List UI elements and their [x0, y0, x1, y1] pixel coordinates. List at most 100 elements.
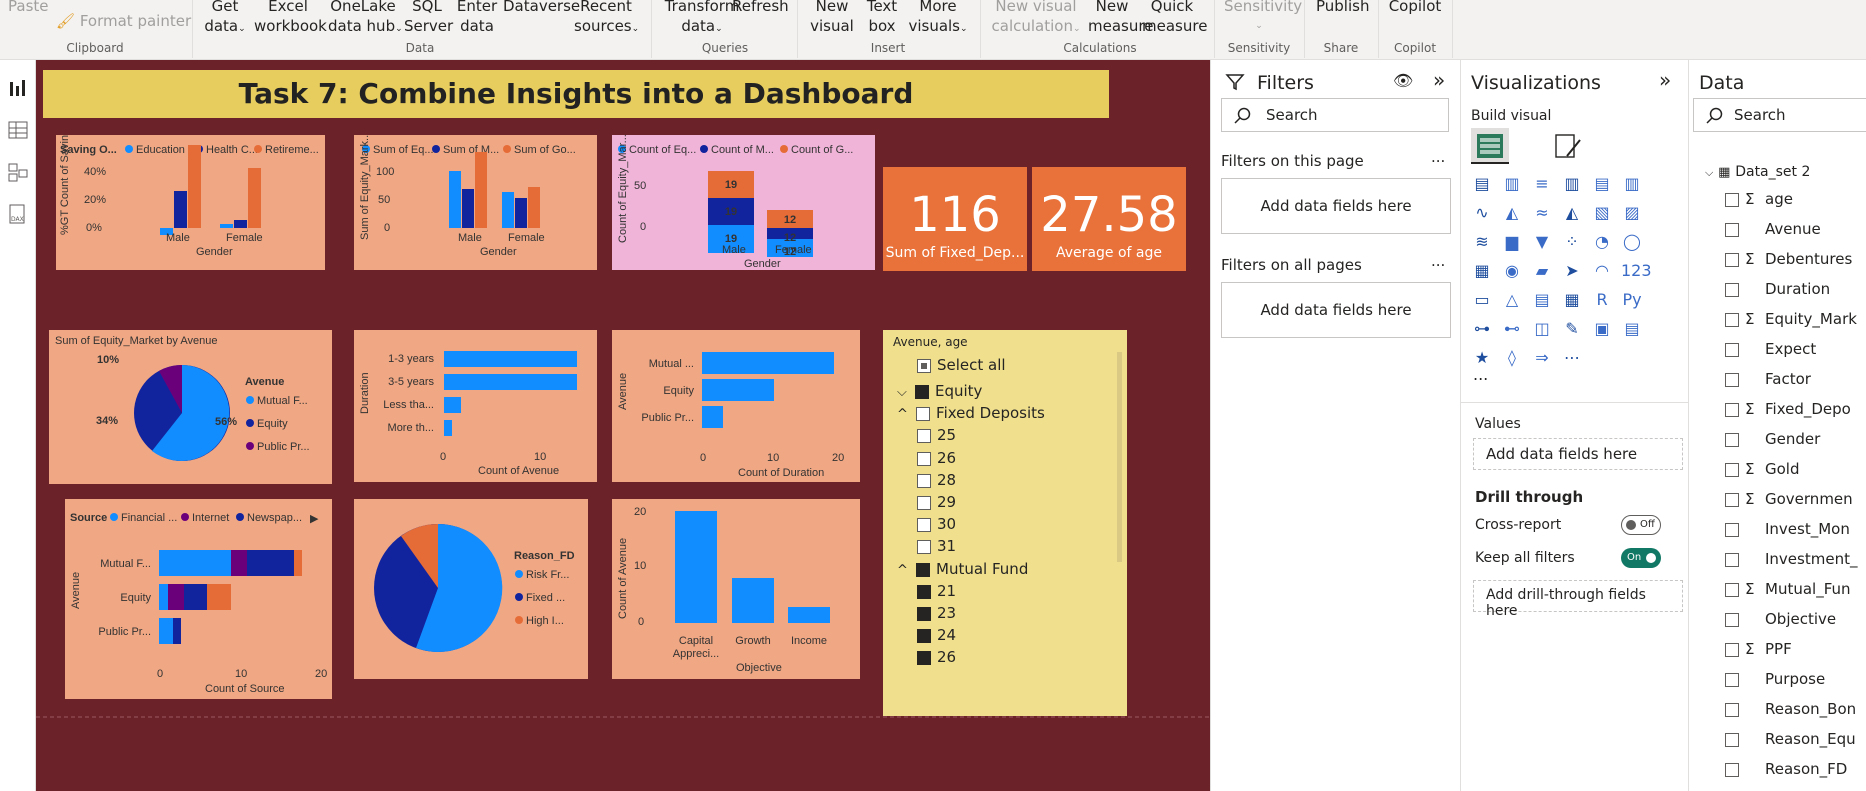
dataverse-button[interactable]: Dataverse [503, 0, 580, 16]
field-item[interactable]: Invest_Mon [1725, 520, 1850, 542]
chart-sum-by-gender[interactable]: Sum of Eq... Sum of M... Sum of Go... Su… [354, 132, 597, 270]
paginated-icon[interactable]: ▤ [1621, 319, 1643, 341]
field-item[interactable]: Duration [1725, 280, 1830, 302]
pie-icon[interactable]: ◔ [1591, 232, 1613, 254]
field-item[interactable]: Gender [1725, 430, 1820, 452]
values-dropzone[interactable]: Add data fields here [1473, 438, 1683, 470]
checkbox[interactable] [1725, 402, 1739, 417]
slicer-item[interactable]: 28 [917, 471, 956, 489]
matrix-icon[interactable]: R [1591, 290, 1613, 312]
qa-icon[interactable]: ✎ [1561, 319, 1583, 341]
slicer-select-all[interactable]: Select all [917, 356, 1006, 374]
slicer-item[interactable]: 24 [917, 626, 956, 644]
scrollbar-thumb[interactable] [1117, 352, 1122, 562]
checkbox[interactable] [917, 584, 931, 599]
onelake-button[interactable]: OneLake data hub⌄ [328, 0, 403, 39]
table-node[interactable]: ⌵ ▦ Data_set 2 [1705, 162, 1810, 184]
dax-query-icon[interactable]: DAX [8, 204, 28, 226]
more-chart-icon[interactable]: ⋯ [1561, 348, 1583, 370]
field-item[interactable]: Reason_Bon [1725, 700, 1856, 722]
field-item[interactable]: Σ Governmen [1725, 490, 1853, 512]
checkbox[interactable] [1725, 342, 1739, 357]
slicer-item[interactable]: ^ Mutual Fund [897, 560, 1028, 578]
filters-search-input[interactable]: Search [1221, 98, 1449, 132]
checkbox[interactable] [1725, 282, 1739, 297]
power-automate-icon[interactable]: ⇒ [1531, 348, 1553, 370]
field-item[interactable]: Objective [1725, 610, 1836, 632]
field-item[interactable]: Σ Mutual_Fun [1725, 580, 1851, 602]
more-options-icon[interactable]: ... [1431, 148, 1445, 166]
field-item[interactable]: Reason_Equ [1725, 730, 1856, 752]
checkbox[interactable] [1725, 582, 1739, 597]
field-item[interactable]: Investment_ [1725, 550, 1857, 572]
checkbox[interactable] [916, 406, 931, 421]
slicer-item[interactable]: ^ Fixed Deposits [897, 404, 1045, 422]
more-visuals-button[interactable]: More visuals⌄ [906, 0, 970, 39]
publish-button[interactable]: Publish [1316, 0, 1369, 16]
chart-saving-objective[interactable]: Saving O... Education Health C... Retire… [56, 120, 325, 270]
transform-data-button[interactable]: Transform data⌄ [662, 0, 742, 39]
python-icon[interactable]: ⊶ [1471, 319, 1493, 341]
line-column-icon[interactable]: ▧ [1591, 203, 1613, 225]
checkbox[interactable] [1725, 762, 1739, 777]
slicer-item[interactable]: 26 [917, 648, 956, 666]
table-view-icon[interactable] [8, 120, 28, 140]
table-icon[interactable]: ▦ [1561, 290, 1583, 312]
field-item[interactable]: Factor [1725, 370, 1811, 392]
more-visuals-icon[interactable]: ... [1473, 365, 1488, 384]
field-item[interactable]: Σ Gold [1725, 460, 1800, 482]
ribbon-icon[interactable]: ≋ [1471, 232, 1493, 254]
narrative-icon[interactable]: ▣ [1591, 319, 1613, 341]
checkbox[interactable] [1725, 222, 1739, 237]
checkbox[interactable] [915, 384, 929, 399]
field-item[interactable]: Σ Fixed_Depo [1725, 400, 1851, 422]
checkbox[interactable] [917, 650, 931, 665]
collapse-pane-icon[interactable]: » [1433, 68, 1445, 92]
cross-report-toggle[interactable]: Off [1621, 515, 1661, 535]
keep-filters-toggle[interactable]: On [1621, 548, 1661, 568]
paste-button[interactable]: Paste [8, 0, 49, 16]
checkbox[interactable] [1725, 372, 1739, 387]
key-influencers-icon[interactable]: ⊷ [1501, 319, 1523, 341]
filters-page-dropzone[interactable]: Add data fields here [1221, 178, 1451, 234]
chevron-up-icon[interactable]: ^ [897, 407, 912, 422]
legend-next-icon[interactable]: ▶ [310, 513, 319, 525]
chart-reason-fd[interactable]: Reason_FD Risk Fr... Fixed ... High I... [354, 499, 588, 679]
field-item[interactable]: Σ Equity_Mark [1725, 310, 1857, 332]
slicer-icon[interactable]: ▤ [1531, 290, 1553, 312]
kpi-icon[interactable]: △ [1501, 290, 1523, 312]
chevron-up-icon[interactable]: ^ [897, 563, 912, 578]
checkbox[interactable] [917, 495, 931, 510]
field-item[interactable]: Σage [1725, 190, 1793, 212]
100-bar-icon[interactable]: ▤ [1591, 174, 1613, 196]
checkbox[interactable] [917, 606, 931, 621]
clustered-bar-icon[interactable]: ≡ [1531, 174, 1553, 196]
build-visual-tab[interactable] [1471, 128, 1509, 164]
field-item[interactable]: Purpose [1725, 670, 1825, 692]
text-box-button[interactable]: Text box [864, 0, 900, 36]
excel-workbook-button[interactable]: Excel workbook [254, 0, 327, 36]
power-apps-icon[interactable]: ◊ [1501, 348, 1523, 370]
slicer-item[interactable]: 25 [917, 426, 956, 444]
multirow-card-icon[interactable]: ▭ [1471, 290, 1493, 312]
get-data-button[interactable]: Get data⌄ [203, 0, 247, 39]
copilot-button[interactable]: Copilot [1388, 0, 1442, 16]
slicer-item[interactable]: 23 [917, 604, 956, 622]
eye-icon[interactable]: 👁 [1393, 71, 1413, 90]
treemap-icon[interactable]: ▦ [1471, 261, 1493, 283]
slicer-item[interactable]: 26 [917, 449, 956, 467]
checkbox[interactable] [917, 628, 931, 643]
card-icon[interactable]: 123 [1621, 261, 1652, 283]
stacked-bar-icon[interactable]: ▤ [1471, 174, 1493, 196]
checkbox[interactable] [1725, 552, 1739, 567]
sql-server-button[interactable]: SQL Server [404, 0, 453, 36]
sensitivity-button[interactable]: Sensitivity ⌄ [1224, 0, 1302, 36]
checkbox[interactable] [1725, 492, 1739, 507]
field-item[interactable]: Avenue [1725, 220, 1821, 242]
chart-equity-market-by-avenue[interactable]: Sum of Equity_Market by Avenue 34% 10% 5… [49, 330, 332, 484]
collapse-pane-icon[interactable]: » [1659, 68, 1671, 92]
checkbox[interactable] [1725, 252, 1739, 267]
checkbox[interactable] [1725, 702, 1739, 717]
slicer-item[interactable]: 29 [917, 493, 956, 511]
area-icon[interactable]: ◭ [1501, 203, 1523, 225]
